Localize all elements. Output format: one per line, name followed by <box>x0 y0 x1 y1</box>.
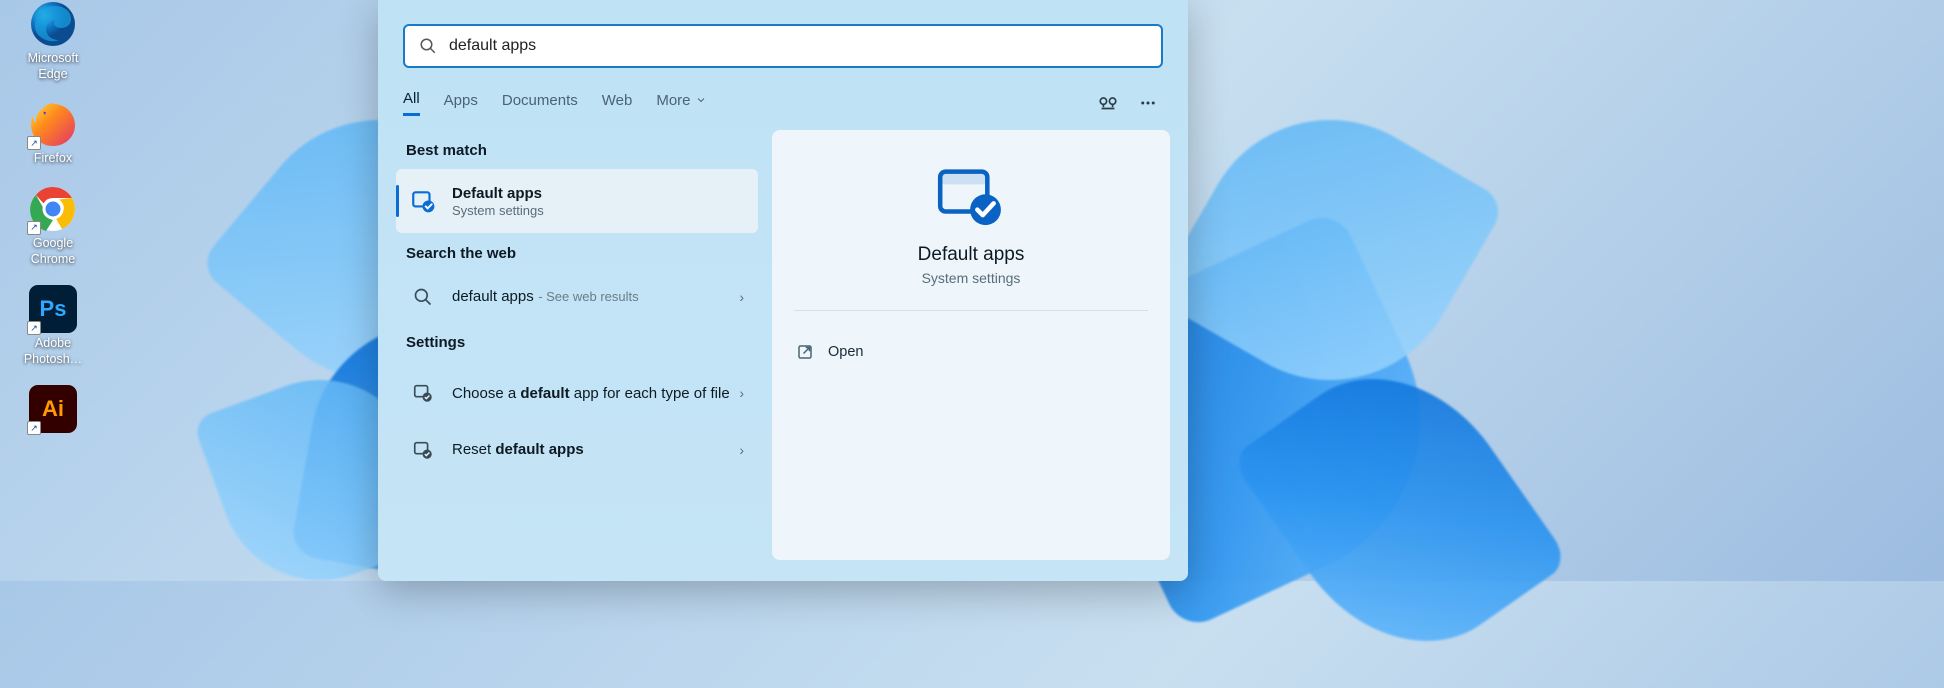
desktop-icon-illustrator[interactable]: Ai ↗ <box>12 385 94 436</box>
tab-web[interactable]: Web <box>602 92 633 115</box>
result-title: Default apps <box>452 185 744 202</box>
action-open-label: Open <box>828 344 863 360</box>
result-subtitle: - See web results <box>538 289 638 304</box>
result-reset-default-apps[interactable]: Reset default apps › <box>396 425 758 475</box>
tab-apps[interactable]: Apps <box>444 92 478 115</box>
chevron-down-icon <box>695 94 707 106</box>
desktop-icons: MicrosoftEdge ↗ Firefox ↗ GoogleChrom <box>12 0 94 454</box>
search-input[interactable] <box>449 37 1147 55</box>
search-results-list: Best match Default apps System settings … <box>396 130 758 560</box>
settings-app-icon <box>410 188 436 214</box>
search-tabs: All Apps Documents Web More <box>403 88 1163 118</box>
preview-title: Default apps <box>790 244 1152 266</box>
chevron-right-icon: › <box>739 442 744 458</box>
chrome-icon: ↗ <box>29 185 77 233</box>
result-default-apps[interactable]: Default apps System settings <box>396 169 758 233</box>
desktop-icon-chrome[interactable]: ↗ GoogleChrome <box>12 185 94 267</box>
result-title: Choose a default app for each type of fi… <box>452 385 739 402</box>
section-best-match: Best match <box>406 142 748 159</box>
desktop-icon-label: Firefox <box>34 151 72 167</box>
open-icon <box>796 343 814 361</box>
preview-default-apps-icon <box>934 168 1008 226</box>
tab-all[interactable]: All <box>403 90 420 116</box>
tab-documents[interactable]: Documents <box>502 92 578 115</box>
desktop-icon-photoshop[interactable]: Ps ↗ AdobePhotosh… <box>12 285 94 367</box>
tab-more-label: More <box>656 92 690 109</box>
search-bar[interactable] <box>403 24 1163 68</box>
photoshop-icon: Ps ↗ <box>29 285 77 333</box>
search-icon <box>419 37 437 55</box>
illustrator-icon: Ai ↗ <box>29 385 77 433</box>
search-icon <box>410 284 436 310</box>
settings-item-icon <box>410 437 436 463</box>
result-title: default apps <box>452 288 534 305</box>
result-choose-default-app[interactable]: Choose a default app for each type of fi… <box>396 361 758 425</box>
preview-subtitle: System settings <box>790 270 1152 286</box>
chevron-right-icon: › <box>739 385 744 401</box>
rewards-icon[interactable] <box>1093 88 1123 118</box>
settings-item-icon <box>410 380 436 406</box>
desktop-icon-firefox[interactable]: ↗ Firefox <box>12 100 94 167</box>
desktop-icon-edge[interactable]: MicrosoftEdge <box>12 0 94 82</box>
shortcut-arrow-icon: ↗ <box>27 221 41 235</box>
edge-icon <box>29 0 77 48</box>
divider <box>794 310 1148 311</box>
action-open[interactable]: Open <box>790 335 1152 369</box>
firefox-icon: ↗ <box>29 100 77 148</box>
shortcut-arrow-icon: ↗ <box>27 421 41 435</box>
shortcut-arrow-icon: ↗ <box>27 136 41 150</box>
section-search-web: Search the web <box>406 245 748 262</box>
chevron-right-icon: › <box>739 289 744 305</box>
result-subtitle: System settings <box>452 203 744 218</box>
start-search-flyout: All Apps Documents Web More Best match D… <box>378 0 1188 581</box>
section-settings: Settings <box>406 334 748 351</box>
result-web-search[interactable]: default apps - See web results › <box>396 272 758 322</box>
shortcut-arrow-icon: ↗ <box>27 321 41 335</box>
desktop-icon-label: MicrosoftEdge <box>28 51 79 82</box>
search-preview-pane: Default apps System settings Open <box>772 130 1170 560</box>
desktop-icon-label: GoogleChrome <box>31 236 75 267</box>
desktop-icon-label: AdobePhotosh… <box>24 336 82 367</box>
tab-more[interactable]: More <box>656 92 706 115</box>
result-title: Reset default apps <box>452 441 584 458</box>
more-options-icon[interactable] <box>1133 88 1163 118</box>
